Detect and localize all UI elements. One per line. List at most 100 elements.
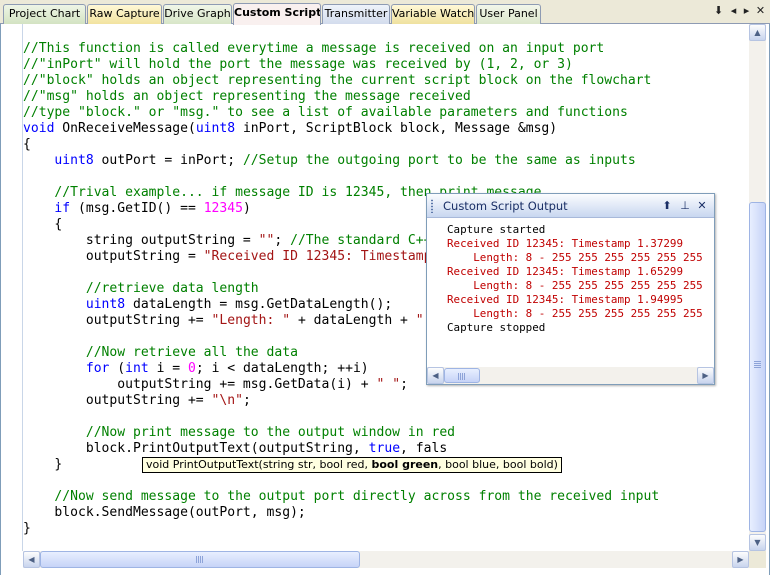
code-line[interactable]: //Now send message to the output port di… [23, 489, 659, 505]
code-token: { [23, 137, 31, 152]
code-token: //Now send message to the output port di… [54, 489, 660, 504]
code-token: 12345 [203, 201, 243, 216]
code-line[interactable]: block.PrintOutputText(outputString, true… [23, 441, 659, 457]
output-line: Received ID 12345: Timestamp 1.65299 [447, 265, 684, 278]
code-token: //"msg" holds an object representing the… [23, 89, 471, 104]
tab-scroll-left-icon[interactable]: ◂ [727, 3, 740, 19]
tab-scroll-right-icon[interactable]: ▸ [740, 3, 753, 19]
parameter-info-tooltip: void PrintOutputText(string str, bool re… [142, 457, 562, 473]
code-token: //Now print message to the output window… [85, 425, 456, 440]
code-token: string outputString = [23, 233, 259, 248]
code-line[interactable] [23, 409, 659, 425]
drag-grip-icon[interactable] [430, 199, 434, 213]
editor-horizontal-scrollbar[interactable]: ◀ ▶ [23, 551, 749, 568]
code-line[interactable]: block.SendMessage(outPort, msg); [23, 505, 659, 521]
scroll-left-arrow-icon[interactable]: ◀ [23, 551, 40, 568]
code-line[interactable]: //"block" holds an object representing t… [23, 73, 659, 89]
code-line[interactable]: uint8 outPort = inPort; //Setup the outg… [23, 153, 659, 169]
tooltip-signature-start: void PrintOutputText(string str, bool re… [146, 458, 372, 471]
vertical-scroll-thumb[interactable] [749, 202, 766, 532]
code-line[interactable] [23, 169, 659, 185]
output-horizontal-scrollbar[interactable]: ◀ ▶ [427, 367, 714, 384]
tab-raw-capture[interactable]: Raw Capture [87, 4, 162, 24]
code-line[interactable]: { [23, 137, 659, 153]
tab-transmitter[interactable]: Transmitter [322, 4, 390, 24]
editor-vertical-scrollbar[interactable]: ▲ ▼ [749, 24, 766, 551]
code-token: "\n" [211, 393, 243, 408]
code-token: "Received ID 12345: Timestamp " [203, 249, 448, 264]
code-token: uint8 [195, 121, 236, 136]
code-token: //"inPort" will hold the port the messag… [23, 57, 573, 72]
code-line[interactable] [23, 473, 659, 489]
code-token: //Setup the outgoing port to be the same… [242, 153, 636, 168]
output-line: Capture stopped [447, 321, 546, 334]
code-line[interactable]: void OnReceiveMessage(uint8 inPort, Scri… [23, 121, 659, 137]
code-token: block.PrintOutputText(outputString, [23, 441, 369, 456]
close-window-icon[interactable]: ✕ [695, 198, 709, 213]
scrollbar-corner [749, 551, 766, 568]
output-scroll-left-arrow-icon[interactable]: ◀ [427, 367, 444, 384]
code-line[interactable]: //Now print message to the output window… [23, 425, 659, 441]
scroll-right-arrow-icon[interactable]: ▶ [732, 551, 749, 568]
tooltip-current-parameter: bool green [371, 458, 439, 471]
tab-list-dropdown-icon[interactable]: ⬇ [712, 3, 725, 19]
code-token: } [23, 521, 31, 536]
code-token: inPort, ScriptBlock block, Message &msg) [235, 121, 558, 136]
code-line[interactable]: //This function is called everytime a me… [23, 41, 659, 57]
code-line[interactable]: } [23, 521, 659, 537]
editor-gutter [2, 24, 23, 551]
code-token: outPort = inPort; [93, 153, 243, 168]
output-line: Length: 8 - 255 255 255 255 255 255 [447, 307, 703, 320]
tab-custom-script[interactable]: Custom Script [233, 3, 321, 25]
scroll-up-arrow-icon[interactable]: ▲ [749, 24, 766, 41]
pin-window-icon[interactable]: ⬆ [660, 198, 674, 213]
code-token: outputString += [23, 393, 212, 408]
code-token: ; [242, 393, 251, 408]
code-token: outputString += [23, 313, 212, 328]
code-token: void [23, 121, 55, 136]
code-line[interactable]: outputString += "\n"; [23, 393, 659, 409]
code-token: //Now retrieve all the data [85, 345, 298, 360]
code-token: } [23, 457, 63, 472]
code-token: //retrieve data length [85, 281, 259, 296]
auto-hide-icon[interactable]: ⊥ [678, 198, 692, 213]
code-token: true [368, 441, 401, 456]
code-token: + dataLength + [290, 313, 416, 328]
output-line: Received ID 12345: Timestamp 1.94995 [447, 293, 684, 306]
output-text-area[interactable]: Capture started Received ID 12345: Timest… [427, 219, 714, 367]
tab-drive-graph[interactable]: Drive Graph [163, 4, 232, 24]
code-token: " " [376, 377, 401, 392]
tab-variable-watch[interactable]: Variable Watch [391, 4, 475, 24]
code-token: uint8 [85, 297, 126, 312]
code-line[interactable]: //type "block." or "msg." to see a list … [23, 105, 659, 121]
code-line[interactable]: //"msg" holds an object representing the… [23, 89, 659, 105]
tab-project-chart[interactable]: Project Chart [3, 4, 86, 24]
code-token: ; i < dataLength; ++i) [195, 361, 369, 376]
code-token: ( [109, 361, 126, 376]
code-token: ) [242, 201, 251, 216]
output-scroll-right-arrow-icon[interactable]: ▶ [697, 367, 714, 384]
horizontal-scroll-thumb[interactable] [40, 551, 360, 568]
output-scroll-thumb[interactable] [444, 368, 480, 383]
code-token: ; [400, 377, 408, 392]
code-line[interactable]: //"inPort" will hold the port the messag… [23, 57, 659, 73]
code-token: outputString = [23, 249, 204, 264]
document-tab-strip: Project Chart Raw Capture Drive Graph Cu… [0, 0, 770, 25]
output-lines: Capture started Received ID 12345: Timest… [447, 223, 703, 335]
code-token: (msg.GetID() == [70, 201, 204, 216]
output-window-title: Custom Script Output [443, 199, 568, 213]
close-document-icon[interactable]: ✕ [754, 3, 767, 19]
code-token: ; [274, 233, 291, 248]
tab-user-panel[interactable]: User Panel [476, 4, 541, 24]
scroll-down-arrow-icon[interactable]: ▼ [749, 534, 766, 551]
code-token: //This function is called everytime a me… [23, 41, 605, 56]
code-token: for [85, 361, 110, 376]
output-window-titlebar[interactable]: Custom Script Output ⬆ ⊥ ✕ [427, 194, 714, 218]
